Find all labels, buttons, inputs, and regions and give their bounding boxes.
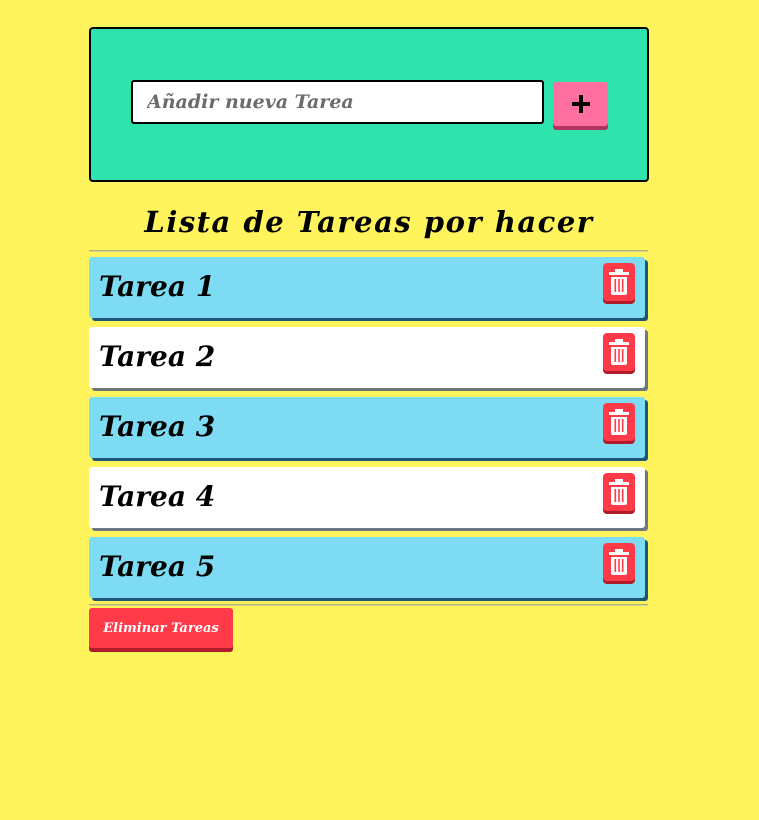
add-task-panel xyxy=(89,27,649,182)
trash-icon xyxy=(609,479,629,505)
trash-icon xyxy=(609,409,629,435)
task-item: Tarea 2 xyxy=(89,327,645,388)
delete-task-button[interactable] xyxy=(603,543,635,581)
task-item: Tarea 4 xyxy=(89,467,645,528)
task-list: Tarea 1 Tarea 2 Tarea 3 Tarea 4 Tarea 5 xyxy=(89,257,649,598)
new-task-input[interactable] xyxy=(131,80,544,124)
plus-icon xyxy=(571,95,590,113)
task-item: Tarea 1 xyxy=(89,257,645,318)
trash-icon xyxy=(609,549,629,575)
delete-task-button[interactable] xyxy=(603,403,635,441)
task-label: Tarea 5 xyxy=(99,550,216,583)
task-label: Tarea 1 xyxy=(99,270,216,303)
task-item: Tarea 3 xyxy=(89,397,645,458)
task-label: Tarea 4 xyxy=(99,480,216,513)
task-label: Tarea 3 xyxy=(99,410,216,443)
divider xyxy=(89,250,648,252)
delete-task-button[interactable] xyxy=(603,473,635,511)
delete-task-button[interactable] xyxy=(603,333,635,371)
add-task-button[interactable] xyxy=(553,82,608,126)
trash-icon xyxy=(609,269,629,295)
clear-tasks-button[interactable]: Eliminar Tareas xyxy=(89,608,233,648)
task-label: Tarea 2 xyxy=(99,340,216,373)
delete-task-button[interactable] xyxy=(603,263,635,301)
divider xyxy=(89,604,648,606)
trash-icon xyxy=(609,339,629,365)
task-item: Tarea 5 xyxy=(89,537,645,598)
list-title: Lista de Tareas por hacer xyxy=(144,205,594,239)
todo-app: Lista de Tareas por hacer Tarea 1 Tarea … xyxy=(89,27,649,648)
